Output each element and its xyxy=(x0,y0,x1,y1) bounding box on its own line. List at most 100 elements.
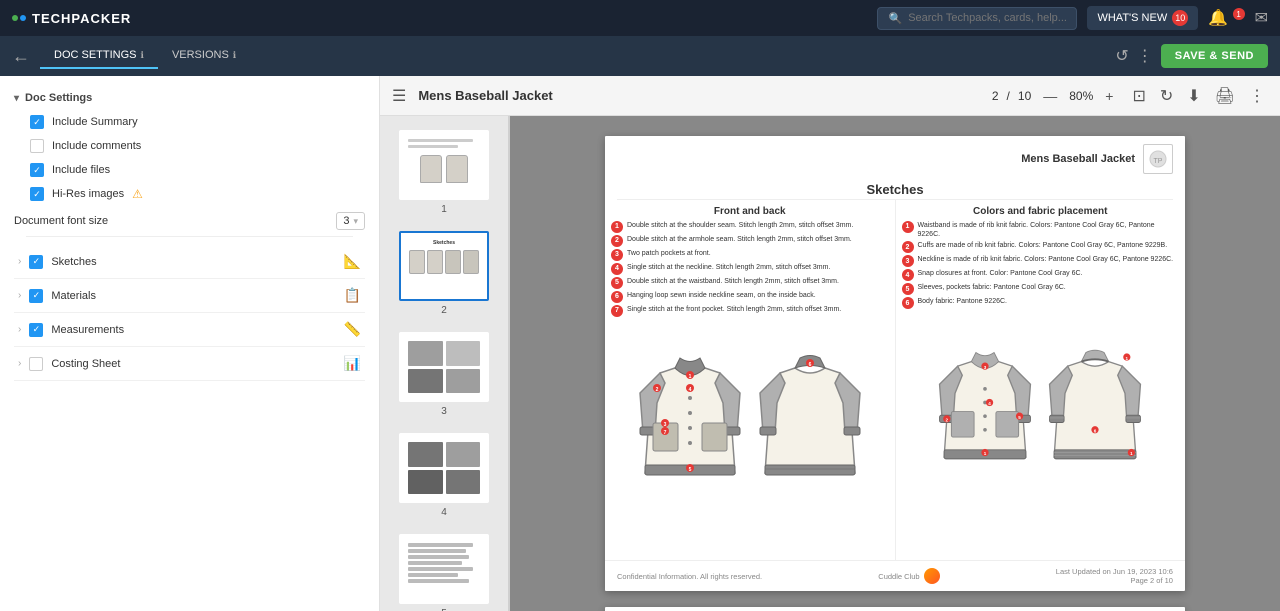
rotate-button[interactable]: ↻ xyxy=(1157,83,1176,109)
section-item-measurements[interactable]: › Measurements 📏 xyxy=(14,313,365,347)
right-ann-num-2: 2 xyxy=(902,241,914,253)
hi-res-images-checkbox[interactable] xyxy=(30,187,44,201)
refresh-icon[interactable]: ↺ xyxy=(1115,46,1128,66)
section-item-materials[interactable]: › Materials 📋 xyxy=(14,279,365,313)
sketches-label: Sketches xyxy=(51,256,96,268)
annotation-item: 6 Hanging loop sewn inside neckline seam… xyxy=(611,291,889,303)
viewer-area: ☰ Mens Baseball Jacket 2 / 10 — 80% + ⊡ … xyxy=(380,76,1280,611)
svg-text:6: 6 xyxy=(808,362,811,368)
include-files-checkbox[interactable] xyxy=(30,163,44,177)
include-summary-checkbox[interactable] xyxy=(30,115,44,129)
hamburger-icon[interactable]: ☰ xyxy=(392,86,406,106)
right-annotation-item: 1 Waistband is made of rib knit fabric. … xyxy=(902,221,1180,239)
sketches-area: Front and back 1 Double stitch at the sh… xyxy=(605,200,1185,560)
sketches-checkbox[interactable] xyxy=(29,255,43,269)
thumbnail-5[interactable]: 5 xyxy=(395,530,493,611)
tab-versions[interactable]: VERSIONS ℹ xyxy=(158,43,250,69)
thumbnail-4[interactable]: 4 xyxy=(395,429,493,522)
include-comments-item: Include comments xyxy=(14,134,365,158)
search-input[interactable] xyxy=(908,12,1066,24)
annotation-item: 7 Single stitch at the front pocket. Sti… xyxy=(611,305,889,317)
page-nav: 2 / 10 — 80% + xyxy=(992,86,1118,106)
ann-num-3: 3 xyxy=(611,249,623,261)
right-ann-text-1: Waistband is made of rib knit fabric. Co… xyxy=(918,221,1180,239)
svg-text:4: 4 xyxy=(688,387,691,393)
save-send-button[interactable]: SAVE & SEND xyxy=(1161,44,1268,68)
doc-view: Mens Baseball Jacket TP Sketches Front a… xyxy=(510,116,1280,611)
sketches-chevron-icon: › xyxy=(18,256,21,267)
include-comments-checkbox[interactable] xyxy=(30,139,44,153)
doc-title: Mens Baseball Jacket xyxy=(418,88,980,103)
viewer-actions: ⊡ ↻ ⬇ 🖨 ⋮ xyxy=(1129,83,1268,109)
font-size-value: 3 xyxy=(343,215,349,227)
thumb-jacket-front xyxy=(420,155,442,183)
color-jacket-front-svg: 1 2 3 4 5 xyxy=(935,325,1035,480)
costing-icon: 📊 xyxy=(344,355,361,372)
warning-icon: ⚠ xyxy=(132,187,143,201)
total-pages: 10 xyxy=(1018,89,1031,103)
navbar: TECHPACKER 🔍 WHAT'S NEW 10 🔔 1 ✉ xyxy=(0,0,1280,36)
thumb-label-3: 3 xyxy=(441,406,447,417)
right-ann-num-5: 5 xyxy=(902,283,914,295)
doc-settings-section-header[interactable]: ▾ Doc Settings xyxy=(14,86,365,110)
ann-num-1: 1 xyxy=(611,221,623,233)
versions-info-icon: ℹ xyxy=(233,50,236,61)
doc-tabs: DOC SETTINGS ℹ VERSIONS ℹ xyxy=(40,43,250,69)
materials-checkbox[interactable] xyxy=(29,289,43,303)
back-button[interactable]: ← xyxy=(12,46,30,67)
thumb-img-wrap-2: Sketches xyxy=(399,231,489,301)
whats-new-button[interactable]: WHAT'S NEW 10 xyxy=(1087,6,1198,30)
download-button[interactable]: ⬇ xyxy=(1184,83,1203,109)
costing-label: Costing Sheet xyxy=(51,358,120,370)
thumbnail-2[interactable]: Sketches 2 xyxy=(395,227,493,320)
ann-text-5: Double stitch at the waistband. Stitch l… xyxy=(627,277,839,286)
include-files-label: Include files xyxy=(52,164,110,176)
costing-chevron-icon: › xyxy=(18,358,21,369)
sketches-icon: 📐 xyxy=(344,253,361,270)
materials-chevron-icon: › xyxy=(18,290,21,301)
sidebar: ▾ Doc Settings Include Summary Include c… xyxy=(0,76,380,611)
materials-icon: 📋 xyxy=(344,287,361,304)
svg-text:TP: TP xyxy=(1154,158,1163,165)
thumbnail-3[interactable]: 3 xyxy=(395,328,493,421)
logo-dot-blue xyxy=(20,15,26,21)
measurements-checkbox[interactable] xyxy=(29,323,43,337)
tab-doc-settings[interactable]: DOC SETTINGS ℹ xyxy=(40,43,158,69)
font-size-control[interactable]: 3 ▾ xyxy=(336,212,365,230)
thumb-content-2: Sketches xyxy=(404,236,484,296)
zoom-level: 80% xyxy=(1069,89,1093,103)
costing-checkbox[interactable] xyxy=(29,357,43,371)
search-bar[interactable]: 🔍 xyxy=(877,7,1077,30)
logo-icon xyxy=(12,15,26,21)
notif-badge: 1 xyxy=(1233,8,1245,20)
thumb-content-1 xyxy=(404,135,484,195)
bell-icon[interactable]: 🔔 1 xyxy=(1208,8,1244,28)
section-item-sketches[interactable]: › Sketches 📐 xyxy=(14,245,365,279)
section-list: › Sketches 📐 › Materials 📋 xyxy=(14,245,365,381)
ann-text-2: Double stitch at the armhole seam. Stitc… xyxy=(627,235,852,244)
logo: TECHPACKER xyxy=(12,11,131,26)
prev-page-button[interactable]: — xyxy=(1039,86,1061,106)
chevron-down-icon: ▾ xyxy=(14,93,19,104)
include-summary-label: Include Summary xyxy=(52,116,138,128)
next-page-button[interactable]: + xyxy=(1101,86,1117,106)
annotation-item: 5 Double stitch at the waistband. Stitch… xyxy=(611,277,889,289)
thumb-img-wrap-5 xyxy=(399,534,489,604)
jacket-color-illustration: 1 2 3 4 5 xyxy=(902,315,1180,490)
thumbnail-1[interactable]: 1 xyxy=(395,126,493,219)
jacket-back-svg: 6 xyxy=(755,333,865,493)
page-separator: / xyxy=(1007,89,1010,103)
include-comments-label: Include comments xyxy=(52,140,141,152)
right-ann-text-4: Snap closures at front. Color: Pantone C… xyxy=(918,269,1083,278)
more-options-icon[interactable]: ⋮ xyxy=(1137,46,1153,66)
right-ann-text-5: Sleeves, pockets fabric: Pantone Cool Gr… xyxy=(918,283,1066,292)
hi-res-images-label: Hi-Res images xyxy=(52,188,124,200)
fit-page-button[interactable]: ⊡ xyxy=(1129,83,1148,109)
print-button[interactable]: 🖨 xyxy=(1212,83,1238,109)
inbox-icon[interactable]: ✉ xyxy=(1255,8,1268,28)
section-item-costing[interactable]: › Costing Sheet 📊 xyxy=(14,347,365,381)
right-ann-text-2: Cuffs are made of rib knit fabric. Color… xyxy=(918,241,1168,250)
right-annotations: 1 Waistband is made of rib knit fabric. … xyxy=(902,221,1180,309)
more-button[interactable]: ⋮ xyxy=(1246,83,1268,109)
ann-num-6: 6 xyxy=(611,291,623,303)
